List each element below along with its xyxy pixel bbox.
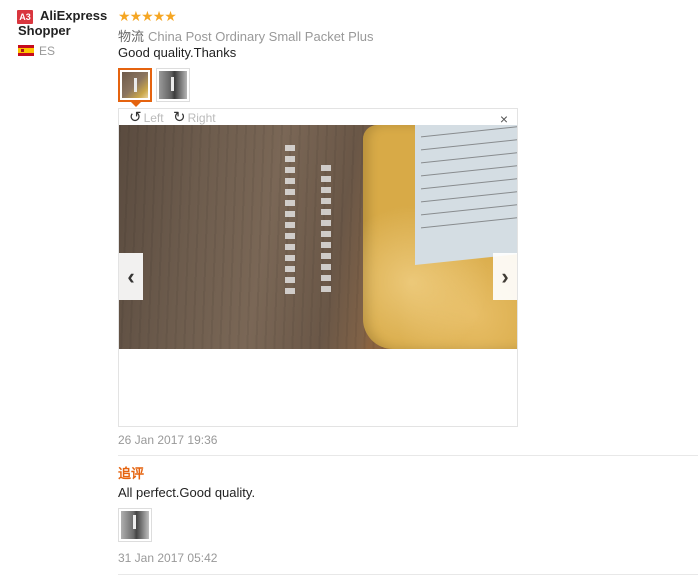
- user-name: AliExpress Shopper: [18, 8, 108, 38]
- divider: [118, 574, 698, 575]
- logistics-label: 物流: [118, 29, 145, 44]
- rotate-right-button[interactable]: ↻ Right: [173, 109, 216, 126]
- additional-feedback-text: All perfect.Good quality.: [118, 485, 256, 500]
- user-country: ES: [39, 44, 56, 58]
- photo-viewer: ↺ Left ↻ Right × ‹ ›: [118, 108, 518, 427]
- logistics-value: China Post Ordinary Small Packet Plus: [148, 29, 374, 44]
- rotate-left-icon: ↺: [129, 109, 142, 126]
- spain-flag-icon: [18, 45, 34, 56]
- rotate-right-label: Right: [187, 110, 216, 125]
- review-photo-large: ‹ ›: [119, 125, 517, 349]
- chevron-right-icon[interactable]: ›: [493, 253, 517, 300]
- star-icon: ★: [164, 8, 177, 24]
- review-text: Good quality.Thanks: [118, 45, 237, 60]
- rotate-left-label: Left: [143, 110, 164, 125]
- review-photo-thumb-1[interactable]: [118, 68, 152, 102]
- divider: [118, 455, 698, 456]
- chevron-left-icon[interactable]: ‹: [119, 253, 143, 300]
- logistics-info: 物流 China Post Ordinary Small Packet Plus: [118, 26, 373, 45]
- additional-photo-thumb[interactable]: [118, 508, 152, 542]
- star-rating: ★★★★★: [118, 8, 177, 24]
- additional-feedback-title: 追评: [118, 466, 145, 481]
- review-photo-thumb-2[interactable]: [156, 68, 190, 102]
- rotate-left-button[interactable]: ↺ Left: [129, 109, 164, 126]
- active-thumb-caret-icon: [131, 102, 141, 107]
- additional-feedback-date: 31 Jan 2017 05:42: [118, 551, 218, 565]
- rotate-right-icon: ↻: [173, 109, 186, 126]
- review-date: 26 Jan 2017 19:36: [118, 433, 218, 447]
